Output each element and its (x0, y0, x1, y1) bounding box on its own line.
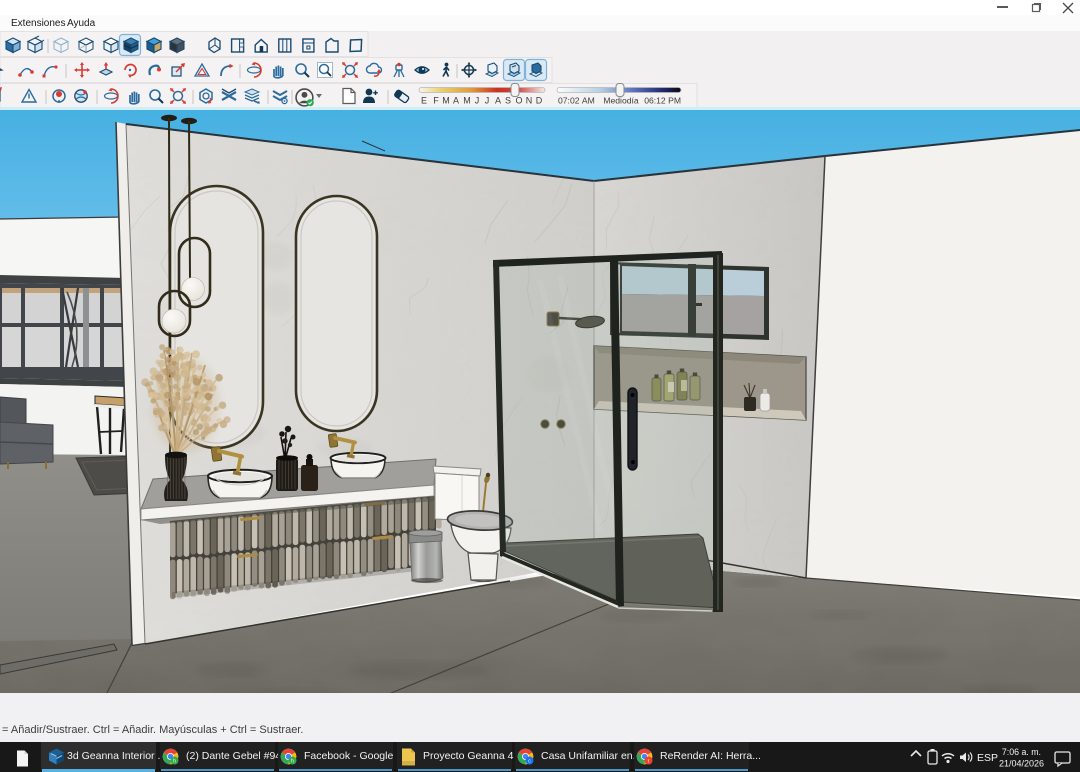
svg-text:M: M (442, 96, 450, 106)
svg-text:7:06 a. m.: 7:06 a. m. (1002, 747, 1041, 757)
svg-text:Mediodía: Mediodía (603, 96, 639, 106)
svg-text:ESP: ESP (977, 752, 998, 764)
svg-text:21/04/2026: 21/04/2026 (999, 759, 1044, 769)
svg-text:S: S (505, 96, 511, 106)
svg-text:h: h (173, 758, 176, 764)
svg-text:A: A (453, 96, 459, 106)
svg-text:07:02 AM: 07:02 AM (558, 96, 595, 106)
svg-text:E: E (421, 96, 427, 106)
svg-text:F: F (433, 96, 439, 106)
svg-text:h: h (291, 758, 294, 764)
svg-text:M: M (463, 96, 471, 106)
svg-text:A: A (495, 96, 501, 106)
svg-text:D: D (536, 96, 543, 106)
svg-text:06:12 PM: 06:12 PM (644, 96, 681, 106)
svg-text:N: N (526, 96, 533, 106)
svg-text:J: J (475, 96, 480, 106)
svg-text:O: O (515, 96, 522, 106)
svg-text:J: J (485, 96, 490, 106)
